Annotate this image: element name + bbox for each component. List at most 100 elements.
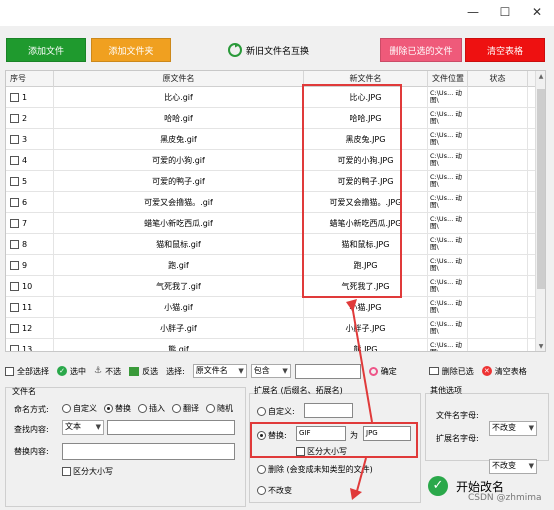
- ext-unchanged-option[interactable]: 不改变: [257, 485, 292, 496]
- ext-case-label: 区分大小写: [307, 447, 347, 456]
- row-index-text: 5: [22, 177, 28, 186]
- row-checkbox[interactable]: [10, 282, 19, 291]
- add-file-button[interactable]: 添加文件: [6, 38, 86, 62]
- row-status: [468, 255, 528, 276]
- anchor-icon: ⚓: [94, 366, 103, 376]
- naming-option-custom[interactable]: 自定义: [62, 403, 97, 414]
- close-button[interactable]: ✕: [522, 0, 552, 24]
- table-row[interactable]: 11 小猫.gif 小猫.JPG C:\Us... 动图\: [6, 297, 545, 318]
- table-row[interactable]: 10 气死我了.gif 气死我了.JPG C:\Us... 动图\: [6, 276, 545, 297]
- chevron-down-icon: ▼: [528, 424, 534, 432]
- radio-random[interactable]: [206, 404, 215, 413]
- naming-option-insert[interactable]: 插入: [138, 403, 165, 414]
- table-row[interactable]: 13 熊.gif 熊.JPG C:\Us... 动图\: [6, 339, 545, 351]
- table-row[interactable]: 2 哈哈.gif 哈哈.JPG C:\Us... 动图\: [6, 108, 545, 129]
- ext-from-text: GIF: [299, 429, 311, 437]
- row-checkbox[interactable]: [10, 219, 19, 228]
- ext-case-checkbox[interactable]: [296, 447, 305, 456]
- row-checkbox[interactable]: [10, 303, 19, 312]
- add-folder-button[interactable]: 添加文件夹: [91, 38, 171, 62]
- select-mode-dropdown[interactable]: 包含 ▼: [250, 364, 291, 378]
- row-checkbox[interactable]: [10, 114, 19, 123]
- select-all-checkbox[interactable]: [5, 366, 14, 376]
- table-row[interactable]: 4 可爱的小狗.gif 可爱的小狗.JPG C:\Us... 动图\: [6, 150, 545, 171]
- replace-input[interactable]: [62, 443, 235, 460]
- remove-selected-button[interactable]: 删除已选的文件: [380, 38, 462, 62]
- minimize-button[interactable]: —: [458, 0, 488, 24]
- radio-insert[interactable]: [138, 404, 147, 413]
- radio-custom[interactable]: [62, 404, 71, 413]
- row-original-name: 气死我了.gif: [54, 276, 304, 297]
- row-checkbox[interactable]: [10, 177, 19, 186]
- ext-custom-input[interactable]: [304, 403, 353, 418]
- selection-bar: 全部选择 ✓ 选中 ⚓ 不选 反选 选择: 原文件名 ▼ 包含 ▼ 确定 删除已选 ✕ 清…: [5, 363, 550, 379]
- table-row[interactable]: 8 猫和鼠标.gif 猫和鼠标.JPG C:\Us... 动图\: [6, 234, 545, 255]
- ext-custom-option[interactable]: 自定义:: [257, 406, 295, 417]
- find-input[interactable]: [107, 420, 235, 435]
- clear-table-small-button[interactable]: ✕ 清空表格: [481, 366, 527, 377]
- row-index: 3: [6, 129, 54, 150]
- select-field-dropdown[interactable]: 原文件名 ▼: [192, 364, 247, 378]
- deselect-button[interactable]: ⚓ 不选: [94, 366, 121, 377]
- ext-delete-radio[interactable]: [257, 465, 266, 474]
- row-checkbox[interactable]: [10, 324, 19, 333]
- invert-icon: [129, 366, 140, 376]
- naming-option-translate[interactable]: 翻译: [172, 403, 199, 414]
- swap-label: 新旧文件名互换: [246, 46, 310, 57]
- table-row[interactable]: 12 小胖子.gif 小胖子.JPG C:\Us... 动图\: [6, 318, 545, 339]
- scroll-up-icon[interactable]: ▲: [536, 73, 545, 81]
- row-location: C:\Us... 动图\: [428, 213, 468, 234]
- scroll-thumb[interactable]: [537, 89, 545, 289]
- ext-unchanged-radio[interactable]: [257, 486, 266, 495]
- delete-selected-button[interactable]: 删除已选: [428, 366, 474, 377]
- row-original-name: 跑.gif: [54, 255, 304, 276]
- naming-option-insert-label: 插入: [149, 404, 165, 413]
- ext-replace-radio[interactable]: [257, 431, 266, 440]
- ext-to-input[interactable]: JPG: [363, 426, 411, 441]
- swap-names-button[interactable]: 新旧文件名互换: [228, 38, 338, 62]
- table-row[interactable]: 1 比心.gif 比心.JPG C:\Us... 动图\: [6, 87, 545, 108]
- table-row[interactable]: 3 黑皮兔.gif 黑皮兔.JPG C:\Us... 动图\: [6, 129, 545, 150]
- confirm-button[interactable]: 确定: [368, 366, 397, 377]
- ext-custom-radio[interactable]: [257, 407, 266, 416]
- row-checkbox[interactable]: [10, 240, 19, 249]
- file-table[interactable]: 序号 原文件名 新文件名 文件位置 状态 1 比心.gif 比心.JPG C:\Us.…: [5, 70, 546, 352]
- table-row[interactable]: 7 蜡笔小新吃西瓜.gif 蜡笔小新吃西瓜.JPG C:\Us... 动图\: [6, 213, 545, 234]
- row-checkbox[interactable]: [10, 156, 19, 165]
- select-all-option[interactable]: 全部选择: [5, 366, 49, 377]
- ext-case-option[interactable]: 区分大小写: [296, 446, 347, 457]
- row-checkbox[interactable]: [10, 261, 19, 270]
- row-index-text: 11: [22, 303, 33, 312]
- select-button[interactable]: ✓ 选中: [57, 366, 86, 377]
- scroll-down-icon[interactable]: ▼: [536, 343, 545, 351]
- clear-table-button[interactable]: 清空表格: [465, 38, 545, 62]
- ext-from-input[interactable]: GIF: [296, 426, 346, 441]
- radio-replace[interactable]: [104, 404, 113, 413]
- table-row[interactable]: 9 跑.gif 跑.JPG C:\Us... 动图\: [6, 255, 545, 276]
- add-file-label: 添加文件: [27, 46, 64, 57]
- refresh-icon: [368, 366, 378, 376]
- row-new-name: 熊.JPG: [304, 339, 428, 351]
- invert-button[interactable]: 反选: [129, 366, 158, 377]
- row-checkbox[interactable]: [10, 198, 19, 207]
- ext-delete-option[interactable]: 删除 (会变成未知类型的文件): [257, 464, 373, 475]
- restore-button[interactable]: ☐: [490, 0, 520, 24]
- select-value-input[interactable]: [294, 363, 361, 379]
- naming-option-replace[interactable]: 替换: [104, 403, 131, 414]
- close-icon: ✕: [531, 5, 543, 19]
- filename-case-checkbox[interactable]: [62, 467, 71, 476]
- table-row[interactable]: 5 可爱的鸭子.gif 可爱的鸭子.JPG C:\Us... 动图\: [6, 171, 545, 192]
- row-checkbox[interactable]: [10, 345, 19, 351]
- ext-case-value: 不改变: [492, 461, 516, 470]
- radio-translate[interactable]: [172, 404, 181, 413]
- naming-option-random[interactable]: 随机: [206, 403, 233, 414]
- find-type-dropdown[interactable]: 文本 ▼: [62, 420, 104, 435]
- ext-replace-option[interactable]: 替换:: [257, 430, 287, 441]
- table-scrollbar[interactable]: ▲ ▼: [535, 71, 545, 351]
- filename-case-dropdown[interactable]: 不改变 ▼: [489, 421, 537, 436]
- row-checkbox[interactable]: [10, 135, 19, 144]
- filename-case-option[interactable]: 区分大小写: [62, 466, 113, 477]
- row-checkbox[interactable]: [10, 93, 19, 102]
- naming-option-custom-label: 自定义: [73, 404, 97, 413]
- table-row[interactable]: 6 可爱又会撸猫。.gif 可爱又会撸猫。.JPG C:\Us... 动图\: [6, 192, 545, 213]
